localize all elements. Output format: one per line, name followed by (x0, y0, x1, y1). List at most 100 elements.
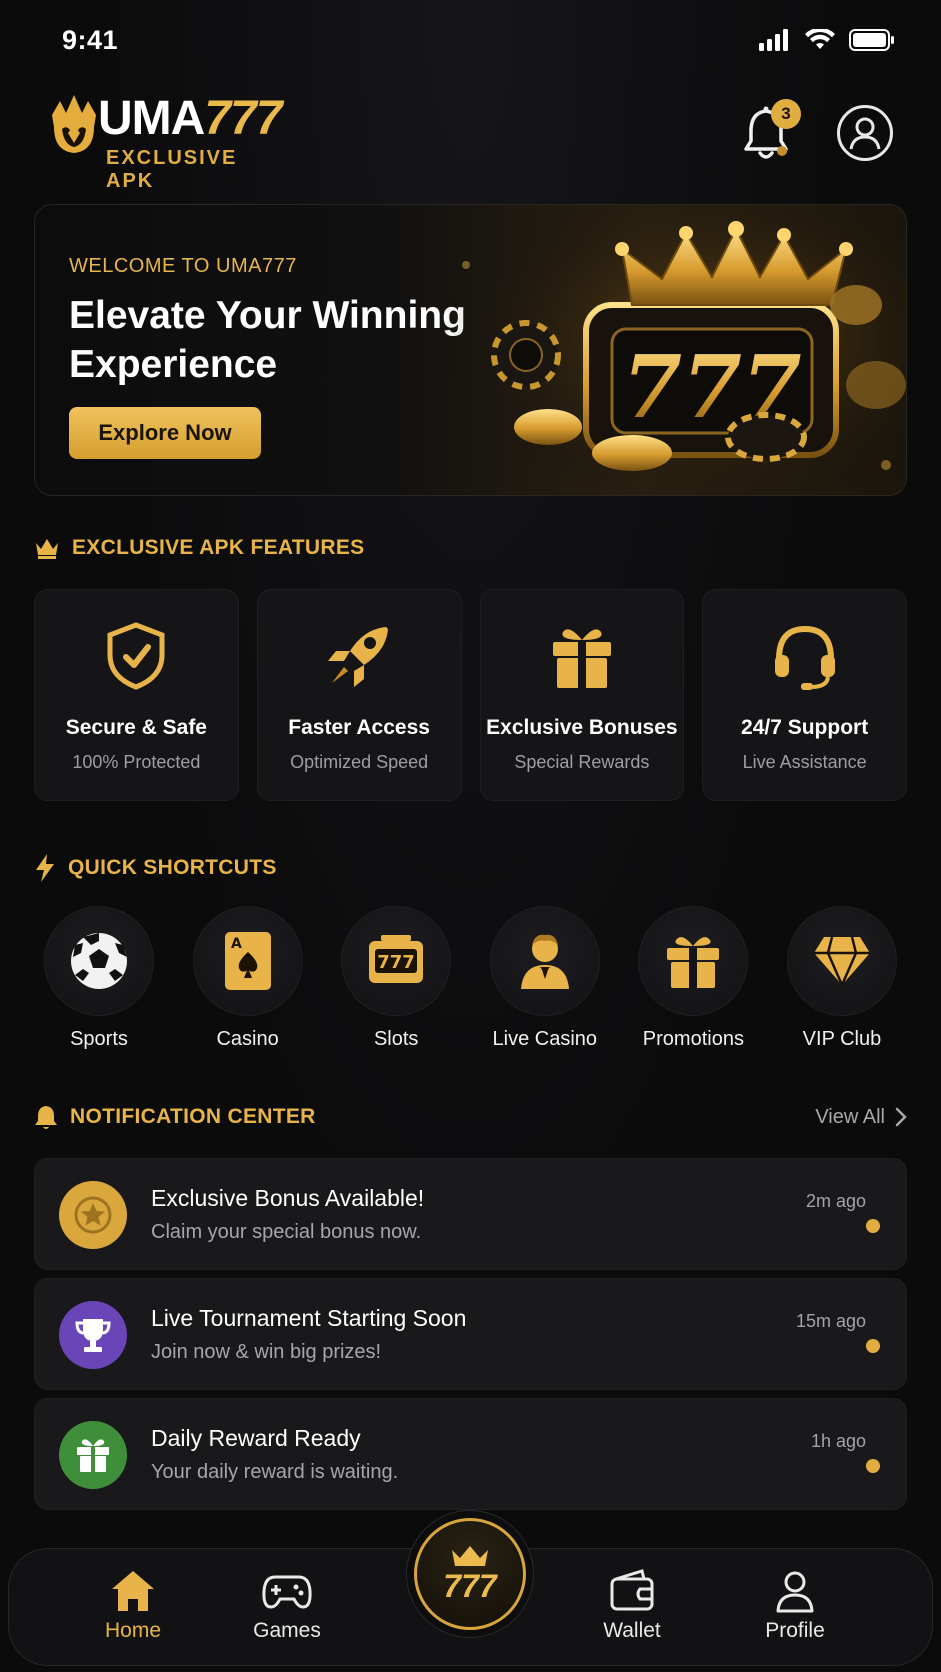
feature-card-secure[interactable]: Secure & Safe 100% Protected (34, 589, 239, 801)
status-icons (759, 29, 895, 51)
app-screen: 9:41 UMA777 EXCLUSIVE APK 3 WELCOME TO U… (0, 0, 941, 1672)
unread-dot (866, 1219, 880, 1233)
center-777-label: 777 (443, 1567, 497, 1604)
tab-label: Wallet (603, 1619, 661, 1642)
feature-card-bonuses[interactable]: Exclusive Bonuses Special Rewards (479, 589, 685, 801)
gamepad-icon (262, 1575, 312, 1609)
user-icon (849, 117, 881, 150)
feature-subtitle: Optimized Speed (290, 752, 429, 772)
slot-machine-icon: 777 (369, 935, 424, 983)
crown-icon (36, 539, 58, 559)
feature-title: Exclusive Bonuses (486, 716, 678, 739)
home-icon (112, 1571, 154, 1611)
feature-title: Faster Access (288, 716, 430, 739)
notification-time: 15m ago (795, 1311, 866, 1331)
wifi-icon (805, 29, 835, 49)
hero-kicker: WELCOME TO UMA777 (69, 255, 297, 277)
tab-label: Profile (765, 1619, 825, 1642)
notification-item[interactable]: Live Tournament Starting Soon Join now &… (34, 1278, 907, 1390)
account-button[interactable] (837, 105, 893, 161)
brand-wordmark: UMA777 (98, 91, 282, 147)
notification-time: 1h ago (810, 1431, 866, 1451)
center-777-button[interactable]: 777 (414, 1518, 526, 1630)
features-title: EXCLUSIVE APK FEATURES (72, 536, 365, 559)
shortcut-label: Sports (70, 1028, 128, 1050)
dealer-icon (520, 934, 569, 989)
star-coin-icon (59, 1181, 127, 1249)
shortcuts-row: Sports A Casino 777 Slots Live Casino Pr… (34, 906, 907, 1056)
shortcuts-section-header: QUICK SHORTCUTS (34, 854, 907, 882)
notification-list: Exclusive Bonus Available! Claim your sp… (34, 1158, 907, 1518)
shortcut-casino[interactable]: A Casino (183, 906, 313, 1056)
hero-headline: Elevate Your Winning Experience (69, 294, 466, 386)
unread-dot (866, 1339, 880, 1353)
features-section-header: EXCLUSIVE APK FEATURES (34, 536, 907, 560)
hero-banner[interactable]: WELCOME TO UMA777 Elevate Your Winning E… (34, 204, 907, 496)
notification-subtitle: Claim your special bonus now. (151, 1221, 422, 1243)
trophy-icon (59, 1301, 127, 1369)
notification-title: Live Tournament Starting Soon (151, 1305, 467, 1331)
battery-icon (849, 29, 894, 51)
tab-wallet[interactable]: Wallet (572, 1569, 692, 1643)
tab-label: Home (104, 1619, 162, 1642)
status-bar: 9:41 (62, 20, 895, 60)
shortcut-live-casino[interactable]: Live Casino (480, 906, 610, 1056)
diamond-icon (813, 936, 870, 987)
view-all-label: View All (815, 1105, 885, 1128)
shortcut-slots[interactable]: 777 Slots (331, 906, 461, 1056)
shortcuts-title: QUICK SHORTCUTS (68, 856, 277, 879)
explore-now-button[interactable]: Explore Now (69, 407, 261, 459)
brand-name-777: 777 (204, 92, 282, 145)
notifications-button[interactable]: 3 (741, 99, 801, 161)
notification-time: 2m ago (805, 1191, 866, 1211)
tab-label: Games (253, 1619, 321, 1642)
notification-title: Daily Reward Ready (151, 1425, 361, 1451)
features-grid: Secure & Safe 100% Protected Faster Acce… (34, 589, 907, 801)
feature-card-faster[interactable]: Faster Access Optimized Speed (256, 589, 462, 801)
shortcut-label: Promotions (642, 1028, 744, 1050)
gift-icon (667, 937, 720, 988)
brand-subtitle: EXCLUSIVE APK (106, 147, 238, 192)
shortcut-sports[interactable]: Sports (34, 906, 164, 1056)
feature-subtitle: 100% Protected (72, 752, 201, 772)
crown-icon (452, 1545, 488, 1566)
unread-dot (866, 1459, 880, 1473)
status-time: 9:41 (62, 24, 119, 55)
playing-card-icon: A (224, 932, 271, 990)
tab-profile[interactable]: Profile (735, 1569, 855, 1643)
signal-icon (759, 29, 788, 51)
feature-subtitle: Live Assistance (742, 752, 867, 772)
shortcut-label: Slots (373, 1028, 419, 1050)
shortcut-promotions[interactable]: Promotions (628, 906, 758, 1056)
user-icon (776, 1571, 814, 1613)
bell-icon (35, 1106, 57, 1129)
shortcut-vip-club[interactable]: VIP Club (777, 906, 907, 1056)
header-actions: 3 (741, 99, 893, 161)
feature-title: Secure & Safe (65, 716, 207, 739)
headset-icon (774, 625, 835, 690)
brand-name-uma: UMA (98, 92, 205, 145)
center-action-wrap: 777 (406, 1510, 534, 1638)
notification-item[interactable]: Exclusive Bonus Available! Claim your sp… (34, 1158, 907, 1270)
wallet-icon (610, 1569, 654, 1611)
notification-item[interactable]: Daily Reward Ready Your daily reward is … (34, 1398, 907, 1510)
notification-count-badge: 3 (771, 99, 801, 129)
chevron-right-icon (895, 1107, 907, 1127)
notification-subtitle: Join now & win big prizes! (151, 1341, 382, 1363)
tab-games[interactable]: Games (227, 1569, 347, 1643)
soccer-ball-icon (71, 933, 127, 989)
view-all-link[interactable]: View All (815, 1106, 907, 1129)
rocket-icon (328, 627, 389, 687)
notification-subtitle: Your daily reward is waiting. (151, 1461, 399, 1483)
notification-title: Exclusive Bonus Available! (151, 1185, 425, 1211)
shield-icon (107, 622, 165, 690)
tab-home[interactable]: Home (73, 1569, 193, 1643)
notifications-title: NOTIFICATION CENTER (70, 1105, 316, 1128)
gift-icon (59, 1421, 127, 1489)
svg-text:777: 777 (377, 952, 415, 973)
notifications-section-header: NOTIFICATION CENTER View All (34, 1104, 907, 1130)
brand-logo[interactable]: UMA777 EXCLUSIVE APK (48, 91, 282, 192)
feature-subtitle: Special Rewards (514, 752, 650, 772)
feature-title: 24/7 Support (741, 716, 869, 739)
feature-card-support[interactable]: 24/7 Support Live Assistance (702, 589, 907, 801)
